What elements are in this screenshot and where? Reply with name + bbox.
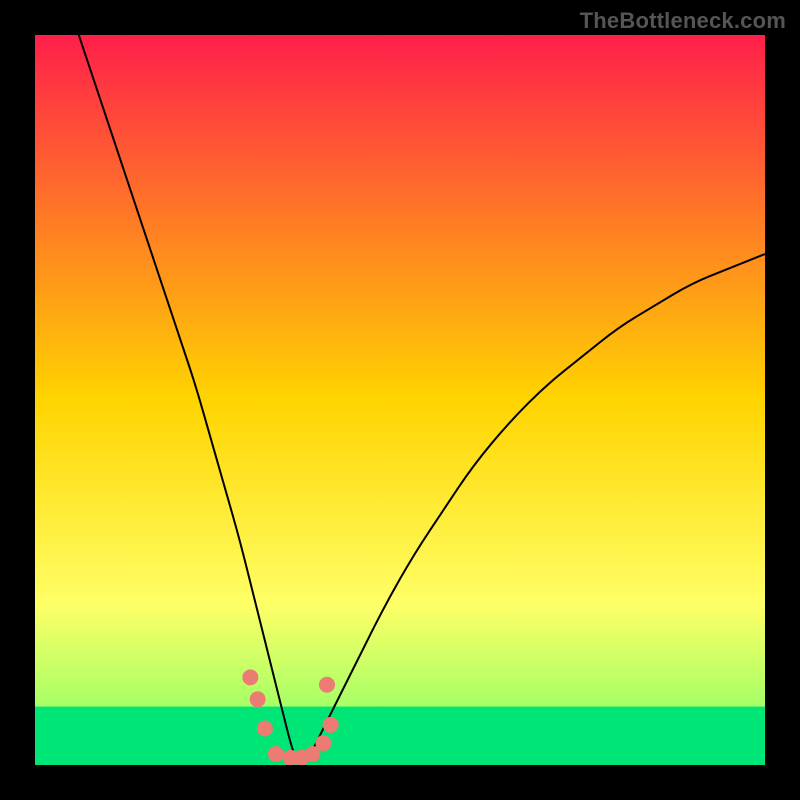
highlight-dot (315, 735, 331, 751)
chart-frame: TheBottleneck.com (0, 0, 800, 800)
highlight-dot (319, 677, 335, 693)
highlight-dot (268, 746, 284, 762)
highlight-dot (323, 717, 339, 733)
bottleneck-chart (35, 35, 765, 765)
optimal-band (35, 707, 765, 765)
highlight-dot (242, 669, 258, 685)
highlight-dot (250, 691, 266, 707)
watermark-text: TheBottleneck.com (580, 8, 786, 34)
gradient-background (35, 35, 765, 765)
plot-area (35, 35, 765, 765)
highlight-dot (257, 721, 273, 737)
